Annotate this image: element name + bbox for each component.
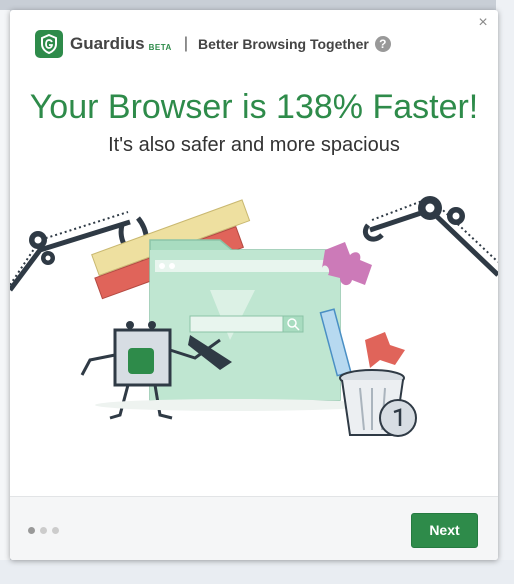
- next-button[interactable]: Next: [411, 513, 478, 548]
- gear-icon: [418, 196, 442, 220]
- pagination-dot-2[interactable]: [40, 527, 47, 534]
- headline: Your Browser is 138% Faster!: [29, 88, 479, 126]
- background-page-left: [0, 10, 10, 584]
- pagination-dot-3[interactable]: [52, 527, 59, 534]
- dialog-header: Guardius BETA | Better Browsing Together…: [35, 30, 391, 58]
- pagination-dots: [28, 527, 59, 534]
- speed-illustration: [10, 196, 498, 437]
- tagline: Better Browsing Together: [197, 36, 369, 52]
- gear-icon: [447, 207, 465, 225]
- search-icon: [282, 315, 304, 333]
- header-separator: |: [183, 35, 188, 52]
- close-icon[interactable]: ×: [474, 14, 492, 32]
- background-titlebar: [0, 0, 514, 10]
- subline: It's also safer and more spacious: [108, 134, 400, 156]
- beta-badge: BETA: [148, 42, 172, 52]
- onboarding-dialog: × Guardius BETA | Better Browsing Togeth…: [10, 10, 498, 560]
- pagination-dot-1[interactable]: [28, 527, 35, 534]
- guardius-logo-icon: [35, 30, 63, 58]
- background-page-bottom: [0, 560, 514, 584]
- background-page-right: [496, 0, 514, 584]
- gear-icon: [41, 251, 55, 265]
- dialog-footer: Next: [10, 496, 498, 560]
- help-icon[interactable]: ?: [374, 36, 391, 52]
- brand-name: Guardius: [70, 34, 145, 53]
- gear-icon: [29, 231, 47, 249]
